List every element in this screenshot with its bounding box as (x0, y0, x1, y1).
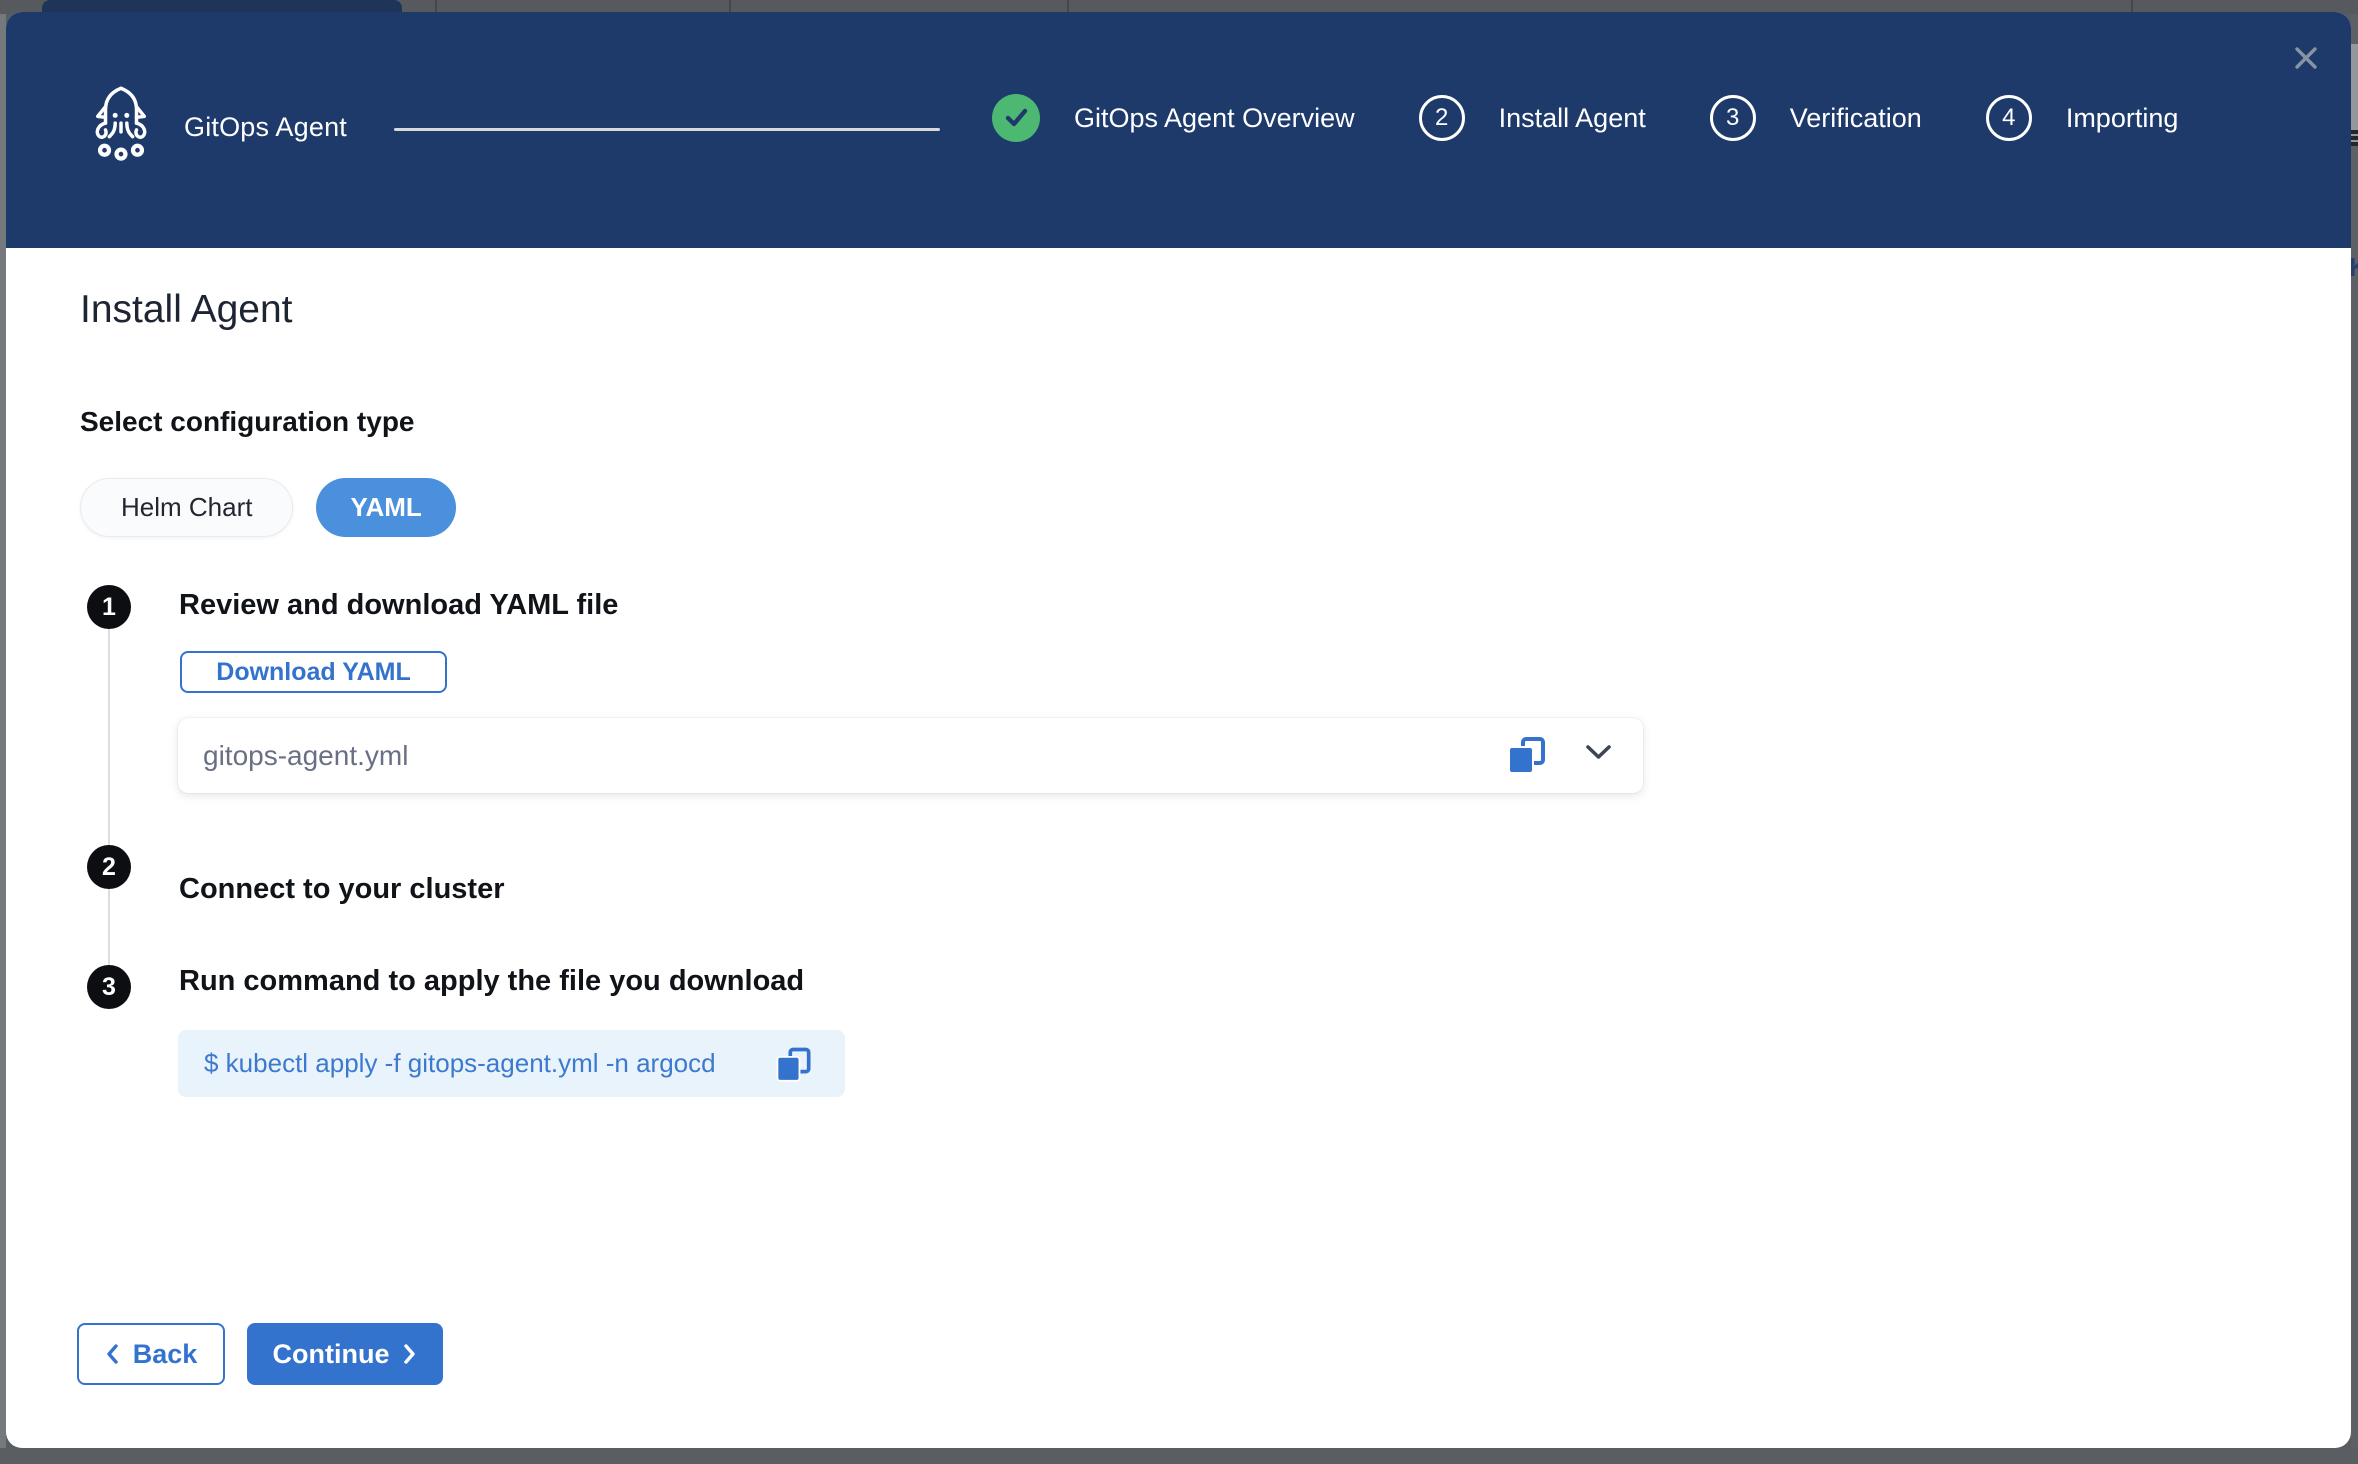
yaml-pill[interactable]: YAML (316, 478, 455, 537)
step-gitops-agent-overview[interactable]: GitOps Agent Overview (992, 94, 1355, 142)
step-number-badge: 2 (1419, 95, 1465, 141)
step-label: Install Agent (1499, 103, 1646, 134)
hamburger-menu-icon (2351, 128, 2358, 154)
step-label: Importing (2066, 103, 2179, 134)
config-type-label: Select configuration type (80, 406, 415, 438)
kubectl-command-text: $ kubectl apply -f gitops-agent.yml -n a… (204, 1048, 716, 1079)
header-divider (394, 128, 940, 131)
back-button[interactable]: Back (77, 1323, 225, 1385)
tab-divider (729, 0, 731, 12)
wizard-steps: GitOps Agent Overview 2 Install Agent 3 … (992, 94, 2178, 142)
download-yaml-button[interactable]: Download YAML (180, 651, 447, 693)
kubectl-command-box: $ kubectl apply -f gitops-agent.yml -n a… (178, 1030, 845, 1097)
back-button-label: Back (133, 1339, 198, 1370)
chevron-left-icon (105, 1343, 119, 1365)
step-verification[interactable]: 3 Verification (1710, 95, 1922, 141)
screen: K GitOps Agent (0, 0, 2358, 1464)
background-right-edge: K (2351, 14, 2358, 1448)
wizard-header: GitOps Agent GitOps Agent Overview 2 Ins… (6, 12, 2351, 248)
tab-divider (435, 0, 437, 12)
stepper-connector-line (108, 622, 110, 998)
chevron-right-icon (403, 1343, 417, 1365)
yaml-file-expander[interactable]: gitops-agent.yml (178, 718, 1643, 793)
step-label: GitOps Agent Overview (1074, 103, 1355, 134)
gitops-agent-logo-icon (90, 82, 152, 172)
step-1-title: Review and download YAML file (179, 589, 618, 622)
check-circle-icon (992, 94, 1040, 142)
step-importing[interactable]: 4 Importing (1986, 95, 2179, 141)
tab-divider (1067, 0, 1069, 12)
gitops-agent-wizard-modal: GitOps Agent GitOps Agent Overview 2 Ins… (6, 12, 2351, 1448)
step-2-badge: 2 (87, 845, 131, 889)
continue-button[interactable]: Continue (247, 1323, 443, 1385)
step-1-badge: 1 (87, 585, 131, 629)
step-install-agent[interactable]: 2 Install Agent (1419, 95, 1646, 141)
wizard-title: GitOps Agent (184, 112, 347, 143)
copy-icon[interactable] (1508, 737, 1545, 779)
yaml-file-name: gitops-agent.yml (203, 740, 408, 772)
step-2-title: Connect to your cluster (179, 873, 505, 906)
helm-chart-pill[interactable]: Helm Chart (80, 478, 293, 537)
config-type-toggle: Helm Chart YAML (80, 478, 456, 537)
copy-icon[interactable] (776, 1048, 810, 1087)
chevron-down-icon[interactable] (1585, 743, 1612, 761)
step-number-badge: 3 (1710, 95, 1756, 141)
step-3-title: Run command to apply the file you downlo… (179, 965, 804, 998)
step-number-badge: 4 (1986, 95, 2032, 141)
step-label: Verification (1790, 103, 1922, 134)
page-title: Install Agent (80, 288, 292, 332)
step-3-badge: 3 (87, 965, 131, 1009)
close-icon[interactable] (2289, 42, 2323, 76)
tab-divider (2131, 0, 2133, 12)
background-bottom-edge (0, 1448, 2358, 1464)
continue-button-label: Continue (273, 1339, 390, 1370)
